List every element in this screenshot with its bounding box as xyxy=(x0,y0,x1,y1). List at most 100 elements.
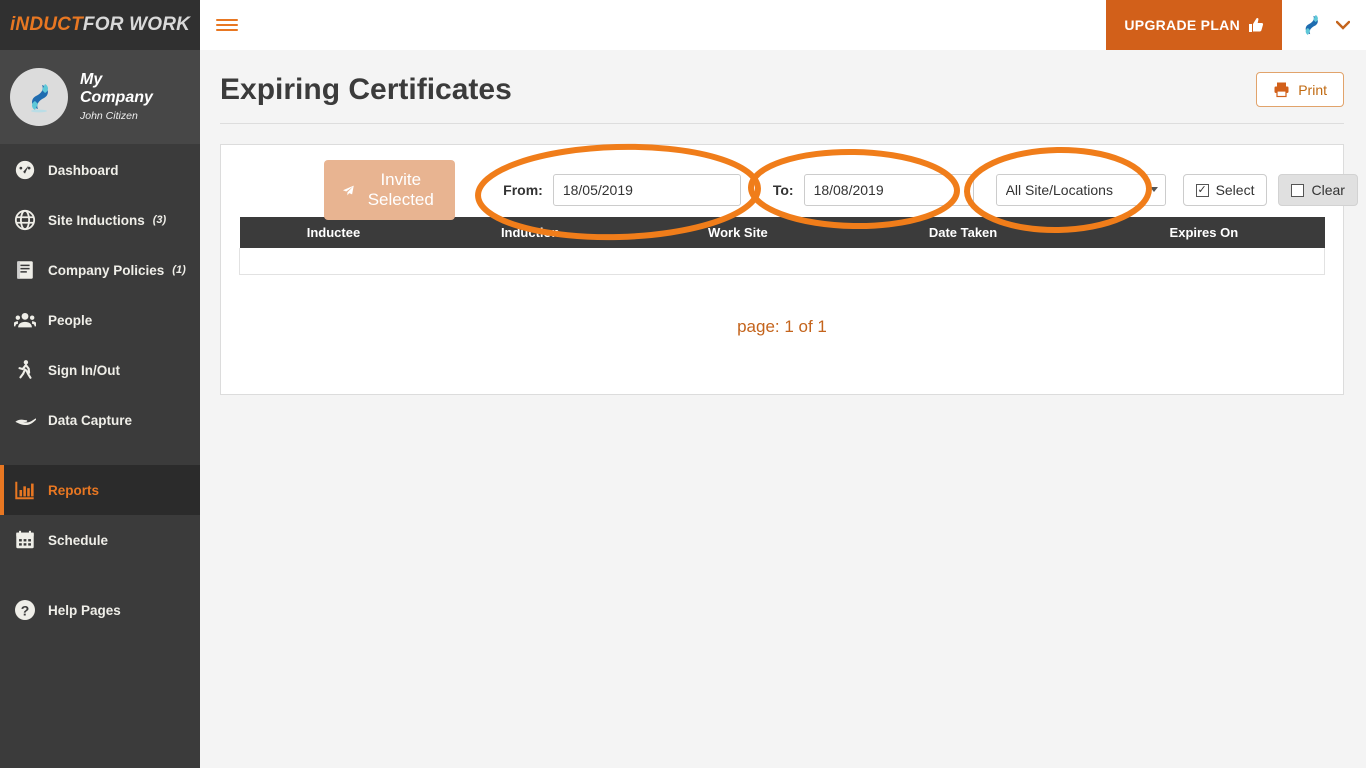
walking-person-icon xyxy=(18,360,32,379)
svg-text:?: ? xyxy=(21,602,30,618)
hand-icon xyxy=(8,409,42,431)
brand-text-forwork: FOR WORK xyxy=(82,14,191,35)
profile-company: My Company xyxy=(80,71,153,106)
sidebar-item-label: Reports xyxy=(48,482,100,498)
company-logo-icon xyxy=(31,84,48,113)
sidebar-item-reports[interactable]: Reports xyxy=(0,465,200,515)
to-field-group: To: xyxy=(773,174,974,206)
sidebar-item-help-pages[interactable]: ? Help Pages xyxy=(0,585,200,635)
invite-selected-label: Invite Selected xyxy=(367,170,434,209)
print-label: Print xyxy=(1298,81,1327,98)
brand-text-induct: iNDUCT xyxy=(9,14,83,35)
checkbox-checked-icon: ✓ xyxy=(1195,183,1209,197)
table-head: Inductee Induction Work Site Date Taken Expi… xyxy=(239,217,1325,248)
page-header: Expiring Certificates Print xyxy=(200,50,1366,107)
page-title: Expiring Certificates xyxy=(220,72,512,106)
table-header-row: Inductee Induction Work Site Date Taken Expi… xyxy=(239,217,1325,248)
gauge-icon xyxy=(8,159,42,181)
sidebar-item-schedule[interactable]: Schedule xyxy=(0,515,200,565)
walking-person-icon xyxy=(8,359,42,381)
table-empty-cell xyxy=(239,248,1325,275)
sidebar-item-count: (3) xyxy=(152,214,167,226)
column-header[interactable]: Inductee xyxy=(239,217,428,248)
pagination-label: page: 1 of 1 xyxy=(737,316,827,336)
main-content: Expiring Certificates Print Invite Selec… xyxy=(200,50,1366,768)
brand-logotype: iNDUCTFOR WORK xyxy=(10,14,190,36)
bar-chart-icon xyxy=(15,481,34,500)
expiring-certificates-table: Inductee Induction Work Site Date Taken Expi… xyxy=(239,217,1325,275)
sidebar-item-data-capture[interactable]: Data Capture xyxy=(0,395,200,445)
table-body xyxy=(239,248,1325,275)
to-date-input[interactable] xyxy=(803,174,974,206)
upgrade-plan-label: UPGRADE PLAN xyxy=(1124,17,1240,33)
book-icon xyxy=(17,261,33,279)
calendar-icon xyxy=(8,529,42,551)
report-panel: Invite Selected From: To: All Site/Locat… xyxy=(220,144,1358,395)
question-circle-icon: ? xyxy=(8,598,42,622)
profile-block[interactable]: My Company John Citizen xyxy=(0,50,200,145)
sidebar-item-label: Company Policies xyxy=(48,262,165,278)
user-menu[interactable] xyxy=(1282,12,1366,38)
nav-separator xyxy=(0,445,200,465)
avatar xyxy=(10,68,68,126)
sidebar-item-label: Dashboard xyxy=(48,162,119,178)
globe-icon xyxy=(14,209,36,231)
question-circle-icon: ? xyxy=(15,600,35,620)
hamburger-icon[interactable] xyxy=(216,19,238,31)
paper-plane-icon xyxy=(342,185,354,195)
site-dropdown-wrapper: All Site/Locations xyxy=(995,174,1166,206)
clear-button[interactable]: Clear xyxy=(1278,174,1358,206)
globe-icon xyxy=(8,209,42,231)
printer-icon xyxy=(1274,82,1289,98)
invite-selected-button[interactable]: Invite Selected xyxy=(324,160,456,220)
results-table-wrapper: Inductee Induction Work Site Date Taken Expi… xyxy=(239,217,1325,275)
sidebar-item-company-policies[interactable]: Company Policies (1) xyxy=(0,245,200,295)
site-location-select[interactable]: All Site/Locations xyxy=(995,174,1166,206)
hand-icon xyxy=(15,418,36,426)
checkbox-empty-icon xyxy=(1291,183,1305,197)
clear-label: Clear xyxy=(1311,182,1345,198)
sidebar-item-label: Site Inductions xyxy=(48,212,145,228)
company-logo-icon xyxy=(1305,15,1318,35)
sidebar-item-label: People xyxy=(48,312,93,328)
sidebar-item-label: Sign In/Out xyxy=(48,362,120,378)
sidebar-item-sign-in-out[interactable]: Sign In/Out xyxy=(0,345,200,395)
from-label: From: xyxy=(503,182,543,198)
sidebar-item-label: Data Capture xyxy=(48,412,133,428)
book-icon xyxy=(8,259,42,281)
select-button[interactable]: ✓ Select xyxy=(1182,174,1268,206)
calendar-icon xyxy=(16,530,34,549)
people-icon xyxy=(14,312,36,328)
people-icon xyxy=(8,309,42,331)
sidebar-item-site-inductions[interactable]: Site Inductions (3) xyxy=(0,195,200,245)
from-field-group: From: xyxy=(503,174,741,206)
column-header[interactable]: Expires On xyxy=(1083,217,1325,248)
print-button[interactable]: Print xyxy=(1256,72,1344,107)
upgrade-plan-button[interactable]: UPGRADE PLAN xyxy=(1106,0,1282,50)
sidebar-item-people[interactable]: People xyxy=(0,295,200,345)
table-empty-row xyxy=(239,248,1325,275)
sidebar-item-count: (1) xyxy=(172,264,186,276)
select-label: Select xyxy=(1215,182,1255,198)
profile-username: John Citizen xyxy=(80,110,138,123)
thumbs-up-icon xyxy=(1249,17,1264,32)
column-header[interactable]: Induction xyxy=(427,217,633,248)
sidebar-item-label: Help Pages xyxy=(48,602,121,618)
to-label: To: xyxy=(772,182,794,198)
profile-text: My Company John Citizen xyxy=(80,71,172,123)
sidebar-nav: Dashboard Site Inductions (3) Company Po… xyxy=(0,145,200,635)
bar-chart-icon xyxy=(8,479,42,501)
brand-logo[interactable]: iNDUCTFOR WORK xyxy=(0,0,200,50)
from-date-input[interactable] xyxy=(552,174,741,206)
topbar: UPGRADE PLAN xyxy=(200,0,1366,50)
filter-toolbar: Invite Selected From: To: All Site/Locat… xyxy=(221,145,1358,220)
sidebar: iNDUCTFOR WORK My Company John Citizen D… xyxy=(0,0,200,768)
chevron-down-icon[interactable] xyxy=(1336,20,1350,30)
nav-separator xyxy=(0,565,200,585)
header-divider xyxy=(220,123,1344,124)
sidebar-item-dashboard[interactable]: Dashboard xyxy=(0,145,200,195)
gauge-icon xyxy=(15,160,35,180)
sidebar-item-label: Schedule xyxy=(48,532,109,548)
column-header[interactable]: Date Taken xyxy=(842,217,1084,248)
column-header[interactable]: Work Site xyxy=(632,217,843,248)
